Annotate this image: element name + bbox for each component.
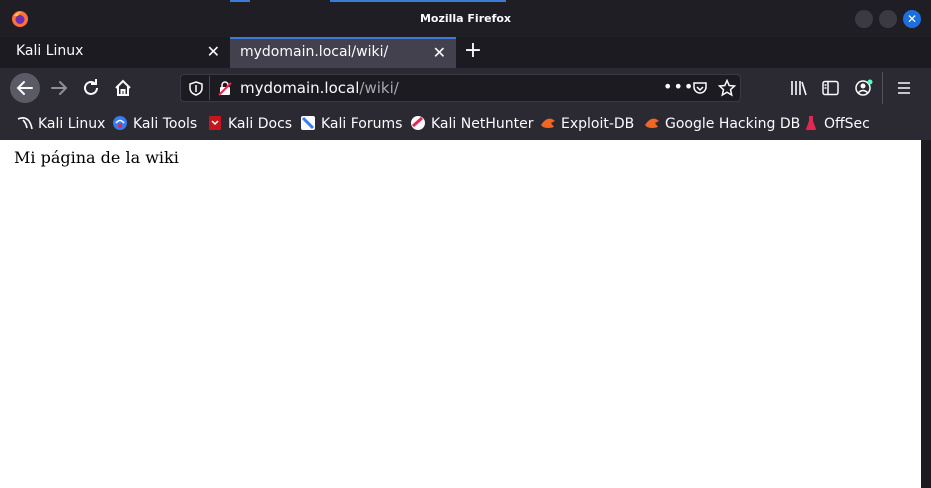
ghdb-icon xyxy=(645,118,659,128)
hamburger-menu-icon[interactable] xyxy=(897,81,911,95)
window-edge xyxy=(921,140,931,488)
bookmarks-toolbar: Kali Linux Kali Tools Kali Docs Kali For… xyxy=(0,108,931,140)
kali-dragon-icon xyxy=(17,117,33,130)
minimize-button[interactable] xyxy=(855,10,873,28)
reload-button[interactable] xyxy=(76,73,106,103)
exploit-db-icon xyxy=(541,118,555,128)
tab-mydomain-wiki[interactable]: mydomain.local/wiki/ ✕ xyxy=(230,37,456,68)
bookmark-kali-tools[interactable]: Kali Tools xyxy=(112,115,197,133)
url-host: mydomain.local xyxy=(240,79,360,97)
top-accent-line xyxy=(330,0,506,2)
tab-kali-linux[interactable]: Kali Linux ✕ xyxy=(0,37,230,68)
url-path: /wiki/ xyxy=(359,79,399,97)
maximize-button[interactable] xyxy=(879,10,897,28)
url-bar[interactable]: mydomain.local/wiki/ ••• xyxy=(180,74,741,102)
offsec-icon xyxy=(806,116,816,130)
insecure-lock-icon[interactable] xyxy=(217,80,233,97)
top-accent-line xyxy=(230,0,250,2)
library-icon[interactable] xyxy=(790,80,808,96)
bookmark-google-hacking-db[interactable]: Google Hacking DB xyxy=(644,115,800,133)
toolbar-separator xyxy=(882,72,883,104)
url-text[interactable]: mydomain.local/wiki/ xyxy=(240,79,399,97)
nethunter-icon xyxy=(411,116,425,130)
close-tab-icon[interactable]: ✕ xyxy=(433,39,446,66)
back-button[interactable] xyxy=(10,73,40,103)
pocket-icon[interactable] xyxy=(692,80,708,96)
navigation-toolbar: mydomain.local/wiki/ ••• xyxy=(0,68,931,108)
arrow-right-icon xyxy=(51,81,68,95)
bookmark-kali-forums[interactable]: Kali Forums xyxy=(300,115,402,133)
bookmark-kali-nethunter[interactable]: Kali NetHunter xyxy=(410,115,533,133)
bookmark-exploit-db[interactable]: Exploit-DB xyxy=(540,115,634,133)
page-actions-menu-icon[interactable]: ••• xyxy=(663,77,694,96)
bookmark-kali-linux[interactable]: Kali Linux xyxy=(17,115,105,133)
kali-forums-icon xyxy=(301,116,315,130)
forward-button[interactable] xyxy=(44,73,74,103)
page-body-text: Mi página de la wiki xyxy=(14,148,179,167)
urlbar-divider xyxy=(209,76,210,100)
page-content: Mi página de la wiki xyxy=(0,140,921,488)
home-icon xyxy=(115,79,131,96)
home-button[interactable] xyxy=(108,73,138,103)
new-tab-button[interactable]: + xyxy=(462,37,484,68)
account-icon[interactable] xyxy=(854,79,874,97)
plus-icon: + xyxy=(463,38,483,63)
bookmark-offsec[interactable]: OffSec xyxy=(803,115,870,133)
close-tab-icon[interactable]: ✕ xyxy=(207,37,220,66)
title-bar: Mozilla Firefox ✕ xyxy=(0,0,931,37)
tab-bar: Kali Linux ✕ mydomain.local/wiki/ ✕ + xyxy=(0,37,931,68)
bookmark-star-icon[interactable] xyxy=(718,79,736,97)
reload-icon xyxy=(84,79,98,95)
tracking-protection-shield-icon[interactable] xyxy=(189,81,203,96)
tab-label: Kali Linux xyxy=(16,43,84,59)
close-icon: ✕ xyxy=(906,12,918,26)
close-window-button[interactable]: ✕ xyxy=(903,10,921,28)
bookmark-kali-docs[interactable]: Kali Docs xyxy=(207,115,292,133)
kali-docs-icon xyxy=(209,116,221,130)
tab-label: mydomain.local/wiki/ xyxy=(240,44,389,60)
kali-tools-icon xyxy=(113,116,127,130)
arrow-left-icon xyxy=(16,81,33,95)
window-title: Mozilla Firefox xyxy=(419,12,512,25)
sidebar-icon[interactable] xyxy=(822,80,839,96)
